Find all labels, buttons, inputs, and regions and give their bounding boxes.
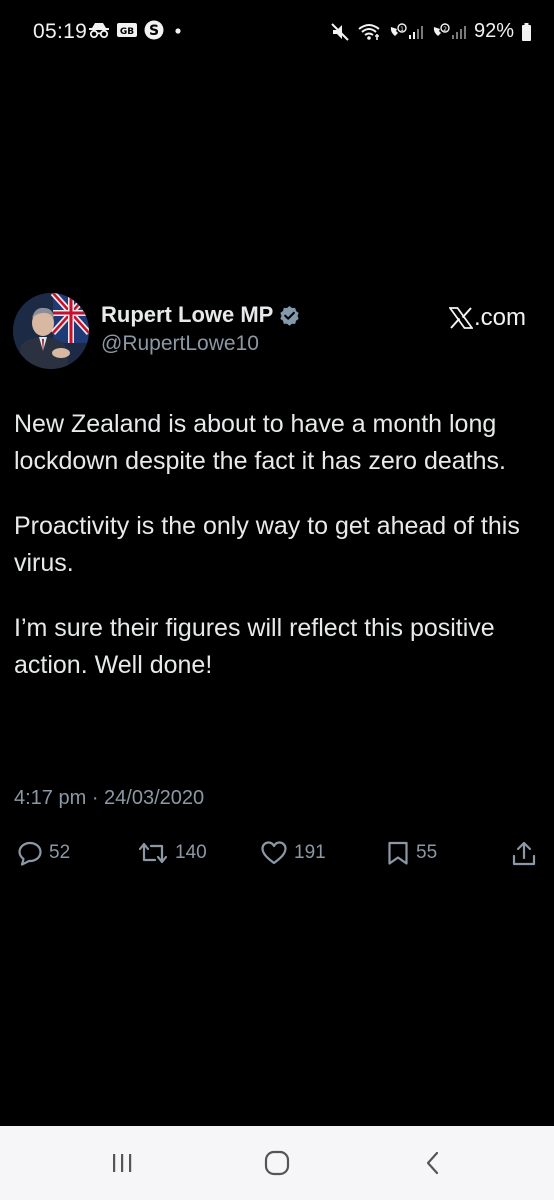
tweet-paragraph: Proactivity is the only way to get ahead…: [14, 512, 520, 577]
x-com-logo: .com: [448, 304, 526, 332]
svg-text:GB: GB: [120, 27, 134, 37]
home-icon: [264, 1150, 290, 1176]
bookmark-button[interactable]: 55: [386, 840, 437, 866]
reply-icon: [18, 841, 42, 866]
recent-apps-icon: [113, 1154, 132, 1172]
retweet-icon: [138, 842, 168, 864]
user-handle[interactable]: @RupertLowe10: [101, 332, 259, 356]
tweet-actions: 52 140 191 55: [0, 840, 554, 874]
home-button[interactable]: [257, 1146, 297, 1180]
dot-icon: [175, 28, 181, 34]
tweet-paragraph: New Zealand is about to have a month lon…: [14, 410, 506, 475]
svg-text:S: S: [149, 23, 159, 39]
status-right-icons: 1 2 92%: [330, 20, 532, 43]
display-name-row[interactable]: Rupert Lowe MP: [101, 302, 300, 328]
bookmark-icon: [388, 841, 408, 865]
display-name[interactable]: Rupert Lowe MP: [101, 302, 273, 328]
like-count: 191: [294, 842, 326, 863]
back-button[interactable]: [413, 1146, 453, 1180]
heart-icon: [261, 841, 287, 865]
status-time: 05:19: [33, 20, 88, 43]
battery-percentage: 92%: [473, 20, 514, 42]
svg-text:1: 1: [400, 26, 404, 33]
retweet-count: 140: [175, 842, 207, 863]
avatar[interactable]: [13, 293, 89, 369]
share-button[interactable]: [510, 840, 538, 868]
tweet-paragraph: I’m sure their figures will reflect this…: [14, 614, 495, 679]
battery-icon: [522, 22, 531, 41]
signal-sim1-icon: 1: [390, 22, 423, 39]
x-logo-icon: [448, 307, 473, 329]
mute-icon: [331, 22, 349, 41]
svg-text:2: 2: [443, 26, 447, 33]
retweet-button[interactable]: 140: [137, 840, 207, 866]
navigation-bar: [0, 1126, 554, 1200]
status-left-icons: GB S: [88, 20, 184, 40]
reply-button[interactable]: 52: [17, 840, 70, 866]
wifi-call-icon: [358, 23, 380, 40]
recent-apps-button[interactable]: [102, 1146, 142, 1180]
incognito-icon: [89, 23, 109, 39]
bookmark-count: 55: [416, 842, 438, 863]
back-icon: [426, 1151, 439, 1175]
verified-badge-icon: [280, 305, 300, 326]
status-bar: 05:19 GB S 1 2 92%: [0, 0, 554, 68]
like-button[interactable]: 191: [260, 840, 326, 866]
signal-sim2-icon: 2: [433, 22, 466, 39]
x-com-label: .com: [473, 304, 526, 331]
reply-count: 52: [49, 842, 71, 863]
tweet-timestamp[interactable]: 4:17 pm · 24/03/2020: [14, 787, 204, 810]
share-icon: [512, 841, 536, 866]
skype-icon: S: [144, 20, 164, 40]
tweet-text: New Zealand is about to have a month lon…: [14, 406, 544, 712]
hd-icon: GB: [117, 23, 137, 37]
